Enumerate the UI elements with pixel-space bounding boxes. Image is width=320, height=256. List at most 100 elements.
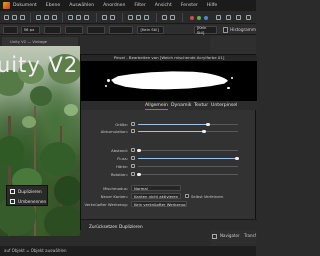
rotation-slider-track xyxy=(138,173,238,176)
transform-tab[interactable]: Transf xyxy=(244,233,256,238)
tab-sub-brush[interactable]: Unterpinsel xyxy=(211,101,237,110)
split-view-icon[interactable] xyxy=(170,15,175,20)
brush-stroke-preview xyxy=(81,61,257,101)
layer-fx-icon[interactable] xyxy=(144,15,149,20)
document-tab-bar: Unity V2 — Vintage xyxy=(0,36,80,46)
flow-label: Fluss: xyxy=(117,156,128,161)
menu-view[interactable]: Ansicht xyxy=(155,3,172,8)
accumulation-label: Akkumulation: xyxy=(100,129,128,134)
flow-slider-knob[interactable] xyxy=(235,156,239,161)
app-logo-icon xyxy=(3,2,10,9)
size-curve-icon[interactable] xyxy=(131,122,135,126)
menu-arrange[interactable]: Anordnen xyxy=(103,3,125,8)
accumulation-slider-fill xyxy=(138,130,204,133)
edges-select[interactable]: Kanten nicht aktivieren xyxy=(131,193,181,199)
view-icon[interactable] xyxy=(162,15,167,20)
brush-style-select[interactable]: [Kein Stil] xyxy=(193,25,218,35)
self-refine-label: Selbst Verfeinern xyxy=(191,193,224,199)
menu-item-duplicate[interactable]: Duplizieren xyxy=(8,187,48,196)
blend-mode-label: Mischmodus: xyxy=(103,186,128,191)
toolbar-divider xyxy=(62,13,63,22)
spacing-curve-icon[interactable] xyxy=(131,148,135,152)
right-panel-bottom: Navigator Transf xyxy=(210,230,256,246)
flow-slider-fill xyxy=(138,157,238,160)
blend-mode-select[interactable]: Normal xyxy=(131,185,181,191)
navigator-tab[interactable]: Navigator xyxy=(220,233,240,238)
accumulation-slider-knob[interactable] xyxy=(202,129,206,134)
histogram-checkbox[interactable] xyxy=(223,26,229,33)
toolbar-divider xyxy=(122,13,123,22)
dialog-tabs: Allgemein Dynamik Textur Unterpinsel xyxy=(81,101,257,110)
arrange-icon[interactable] xyxy=(102,15,107,20)
right-panel-top xyxy=(210,36,256,56)
canvas-title-text: uity V2 xyxy=(0,53,79,77)
adjust-icon[interactable] xyxy=(36,15,41,20)
linked-tool-select[interactable]: Kein verknüpfter Werkzeug xyxy=(131,201,187,207)
rotation-slider-knob[interactable] xyxy=(137,172,141,177)
color-red-swatch[interactable] xyxy=(190,15,194,20)
persona-develop-icon[interactable] xyxy=(20,15,25,20)
reset-button[interactable]: Zurücksetzen xyxy=(89,223,117,230)
quick-mask-icon[interactable] xyxy=(76,15,81,20)
accumulation-curve-icon[interactable] xyxy=(131,129,135,133)
brush-preset-select[interactable]: [Kein Stil] xyxy=(137,25,164,34)
menu-window[interactable]: Fenster xyxy=(181,3,198,8)
refine-icon[interactable] xyxy=(84,15,89,20)
menu-document[interactable]: Dokument xyxy=(13,3,37,8)
curves-icon[interactable] xyxy=(52,15,57,20)
linked-tool-label: Verknüpfter Werkzeug: xyxy=(84,202,128,207)
tab-texture[interactable]: Textur xyxy=(194,101,208,110)
toolbar-divider xyxy=(30,13,31,22)
menu-item-rename[interactable]: Umbenennen xyxy=(8,197,48,206)
size-label: Größe: xyxy=(115,122,128,127)
duplicate-button[interactable]: Duplizieren xyxy=(119,223,143,230)
mask-icon[interactable] xyxy=(136,15,141,20)
status-bar: auf Objekt = Objekt auswählen xyxy=(0,246,256,256)
flow-field[interactable] xyxy=(65,25,83,34)
menu-select[interactable]: Auswählen xyxy=(69,3,94,8)
color-green-swatch[interactable] xyxy=(197,15,201,20)
size-slider-track xyxy=(208,123,238,126)
snapping-icon[interactable] xyxy=(128,15,133,20)
persona-photo-icon[interactable] xyxy=(4,15,9,20)
spacing-slider-track xyxy=(138,149,238,152)
menu-help[interactable]: Hilfe xyxy=(207,3,217,8)
share-icon[interactable] xyxy=(236,15,241,20)
navigator-icon xyxy=(212,234,217,239)
size-slider-knob[interactable] xyxy=(206,122,210,127)
hardness-curve-icon[interactable] xyxy=(131,164,135,168)
hardness-slider-track xyxy=(138,165,238,168)
rotation-curve-icon[interactable] xyxy=(131,172,135,176)
menu-bar: Dokument Ebene Auswählen Anordnen Filter… xyxy=(0,0,256,11)
menu-item-rename-label: Umbenennen xyxy=(18,199,47,204)
user-icon[interactable] xyxy=(216,15,221,20)
selection-icon[interactable] xyxy=(68,15,73,20)
menu-layer[interactable]: Ebene xyxy=(46,3,60,8)
brush-size-field[interactable]: 56 px xyxy=(20,25,40,34)
color-blue-swatch[interactable] xyxy=(204,15,208,20)
tab-dynamics[interactable]: Dynamik xyxy=(171,101,191,110)
spacing-label: Abstand: xyxy=(111,148,128,153)
brush-editor-dialog: Pinsel - Bearbeiten von [Weich mischende… xyxy=(80,54,257,231)
settings-icon[interactable] xyxy=(246,15,251,20)
persona-liquify-icon[interactable] xyxy=(12,15,17,20)
self-refine-checkbox[interactable] xyxy=(185,194,189,198)
tab-general[interactable]: Allgemein xyxy=(145,101,168,110)
edges-label: Neuer Kanten: xyxy=(100,194,128,199)
hardness-label: Härte: xyxy=(116,164,128,169)
flow-curve-icon[interactable] xyxy=(131,156,135,160)
spacing-slider-knob[interactable] xyxy=(137,148,141,153)
align-icon[interactable] xyxy=(110,15,115,20)
context-bar: 56 px [Kein Stil] [Kein Stil] Histogramm xyxy=(0,25,256,35)
blend-mode-select[interactable] xyxy=(108,25,134,34)
histogram-label: Histogramm xyxy=(230,27,256,32)
levels-icon[interactable] xyxy=(44,15,49,20)
hardness-field[interactable] xyxy=(86,25,105,34)
context-menu: Duplizieren Umbenennen xyxy=(6,185,48,206)
toolbar-divider xyxy=(182,13,183,22)
opacity-field[interactable] xyxy=(43,25,62,34)
menu-filter[interactable]: Filter xyxy=(134,3,145,8)
document-tab[interactable]: Unity V2 — Vintage xyxy=(2,37,78,46)
export-icon[interactable] xyxy=(226,15,231,20)
brush-preview-swatch[interactable] xyxy=(2,25,18,34)
